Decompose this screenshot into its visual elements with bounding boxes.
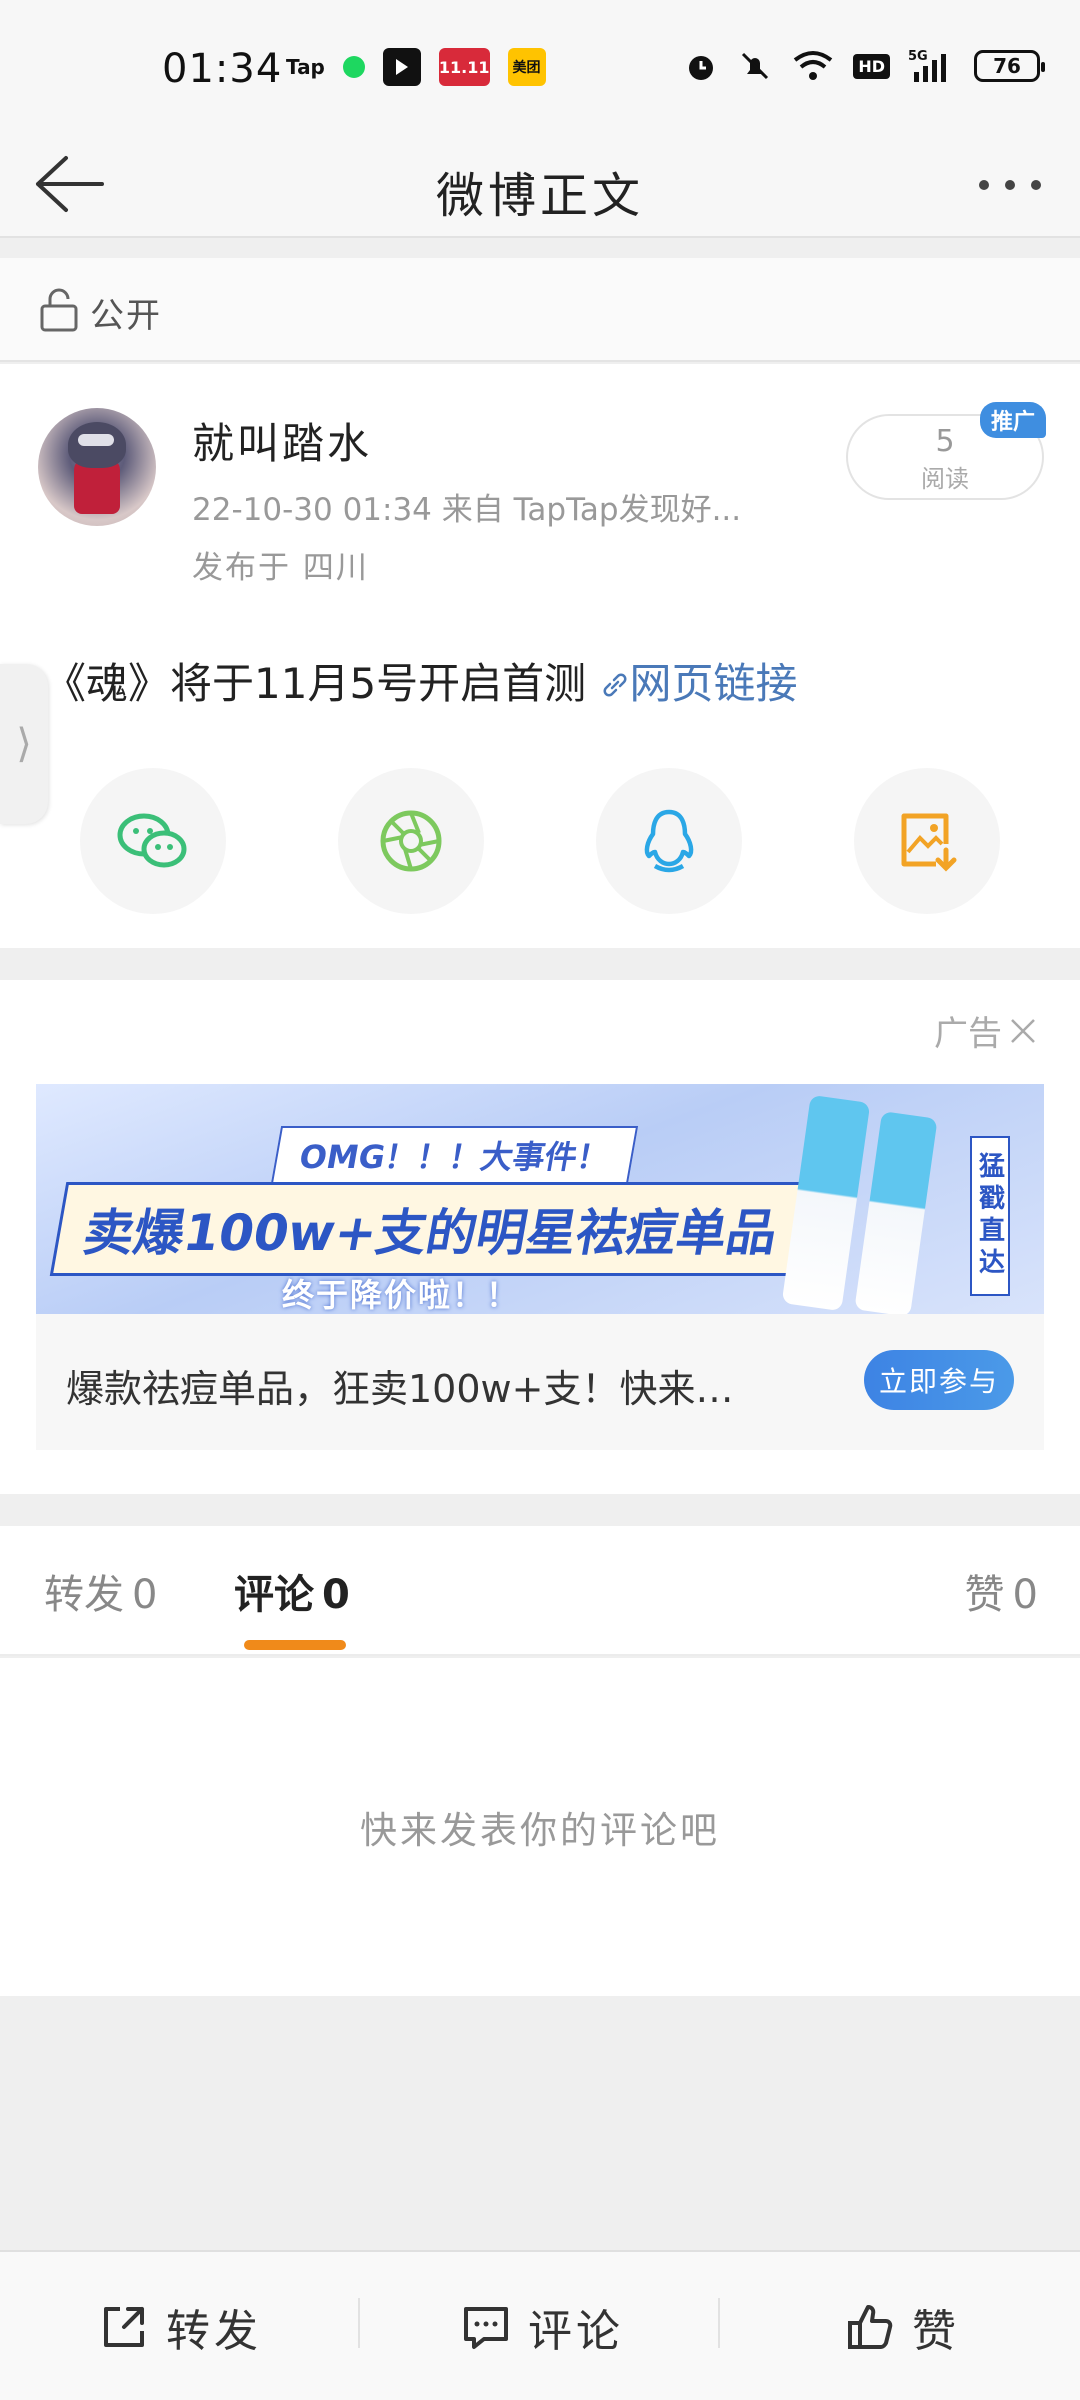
spotify-icon <box>342 56 365 78</box>
status-app-icons: Tap 11.11 美团 <box>286 48 546 86</box>
side-drawer-handle[interactable]: ⟩ <box>0 664 48 824</box>
tab-comment[interactable]: 评论 0 <box>234 1562 350 1620</box>
qq-icon <box>644 809 694 873</box>
product-tube-image <box>781 1094 871 1312</box>
ad-banner-side-label: 猛戳直达 <box>970 1136 1010 1296</box>
bottom-action-bar: 转发 评论 赞 <box>0 2250 1080 2400</box>
status-time: 01:34 <box>162 46 283 92</box>
ad-label-text: 广告 <box>934 1014 1002 1054</box>
post-card: 就叫踏水 22-10-30 01:34 来自 TapTap发现好... 发布于 … <box>0 364 1080 948</box>
comment-button[interactable]: 评论 <box>460 2252 624 2400</box>
tab-like-label: 赞 <box>964 1572 1005 1618</box>
repost-button[interactable]: 转发 <box>98 2252 262 2400</box>
wechat-icon <box>117 813 187 868</box>
post-content: 《魂》将于11月5号开启首测 网页链接 <box>44 650 798 711</box>
ad-cta-button[interactable]: 立即参与 <box>864 1350 1014 1410</box>
app-icon-bird <box>382 48 421 86</box>
page-title: 微博正文 <box>435 168 644 224</box>
wifi-icon <box>794 51 833 80</box>
ad-banner-headline: 卖爆100w+支的明星祛痘单品 <box>49 1182 813 1276</box>
tab-repost[interactable]: 转发 0 <box>44 1562 157 1620</box>
product-tube-image <box>854 1111 938 1314</box>
tab-comment-label: 评论 <box>234 1572 314 1618</box>
ad-footer[interactable]: 爆款祛痘单品，狂卖100w+支！快来… 立即参与 <box>36 1314 1044 1450</box>
ad-card: 广告 OMG！！！大事件！ 卖爆100w+支的明星祛痘单品 终于降价啦！！ 猛戳… <box>0 980 1080 1494</box>
ad-label: 广告 <box>934 1006 1038 1055</box>
tab-repost-count: 0 <box>132 1572 158 1618</box>
save-image-icon <box>901 813 957 872</box>
ad-banner-subtitle: 终于降价啦！！ <box>282 1276 521 1314</box>
ad-banner-tag: OMG！！！大事件！ <box>270 1126 639 1184</box>
link-icon <box>603 673 626 697</box>
empty-comments-text: 快来发表你的评论吧 <box>360 1809 720 1852</box>
divider <box>358 2298 360 2348</box>
unlock-icon <box>40 288 78 332</box>
repost-icon <box>104 2307 144 2347</box>
close-icon[interactable] <box>1008 1016 1038 1046</box>
battery-indicator: 76 <box>974 50 1045 82</box>
like-button-label: 赞 <box>912 2306 960 2357</box>
share-row <box>0 768 1080 918</box>
share-moments-button[interactable] <box>338 768 484 914</box>
share-wechat-button[interactable] <box>80 768 226 914</box>
status-bar: 01:34 Tap 11.11 美团 HD 5G 76 <box>0 0 1080 130</box>
visibility-row: 公开 <box>0 258 1080 362</box>
comments-area: 快来发表你的评论吧 <box>0 1658 1080 1996</box>
alarm-icon <box>689 56 714 80</box>
visibility-label: 公开 <box>90 296 162 336</box>
comment-icon <box>464 2307 508 2349</box>
more-icon[interactable] <box>970 160 1050 210</box>
tab-repost-label: 转发 <box>44 1572 124 1618</box>
share-qq-button[interactable] <box>596 768 742 914</box>
interaction-tabs: 转发 0 评论 0 赞0 <box>0 1526 1080 1656</box>
svg-text:5G: 5G <box>908 49 928 64</box>
repost-button-label: 转发 <box>166 2306 262 2357</box>
tab-comment-count: 0 <box>322 1572 350 1618</box>
meituan-icon: 美团 <box>507 48 546 86</box>
thumbs-up-icon <box>848 2305 893 2349</box>
post-location: 发布于 四川 <box>192 550 369 586</box>
web-link-label: 网页链接 <box>629 659 798 708</box>
taptap-icon: Tap <box>286 55 325 79</box>
tab-active-indicator <box>244 1640 346 1650</box>
share-save-image-button[interactable] <box>854 768 1000 914</box>
tab-like[interactable]: 赞0 <box>965 1562 1038 1620</box>
ad-banner[interactable]: OMG！！！大事件！ 卖爆100w+支的明星祛痘单品 终于降价啦！！ 猛戳直达 <box>36 1084 1044 1314</box>
username[interactable]: 就叫踏水 <box>192 410 372 471</box>
like-button[interactable]: 赞 <box>844 2252 960 2400</box>
post-text: 《魂》将于11月5号开启首测 <box>44 659 600 708</box>
post-meta: 22-10-30 01:34 来自 TapTap发现好... <box>192 492 742 528</box>
divider <box>718 2298 720 2348</box>
comment-button-label: 评论 <box>528 2306 624 2357</box>
promo-badge: 推广 <box>980 402 1046 438</box>
moments-icon <box>380 810 442 872</box>
status-system-icons: HD 5G 76 <box>683 48 1045 84</box>
nav-bar: 微博正文 <box>0 130 1080 238</box>
tab-like-count: 0 <box>1012 1572 1038 1618</box>
signal-5g-icon: 5G <box>908 49 946 82</box>
mute-icon <box>742 52 769 80</box>
app-icon-1111: 11.11 <box>438 48 490 86</box>
avatar[interactable] <box>38 408 156 526</box>
web-link[interactable]: 网页链接 <box>600 659 798 708</box>
ad-description: 爆款祛痘单品，狂卖100w+支！快来… <box>66 1367 734 1411</box>
read-label: 阅读 <box>921 465 969 493</box>
hd-icon: HD <box>853 53 890 79</box>
